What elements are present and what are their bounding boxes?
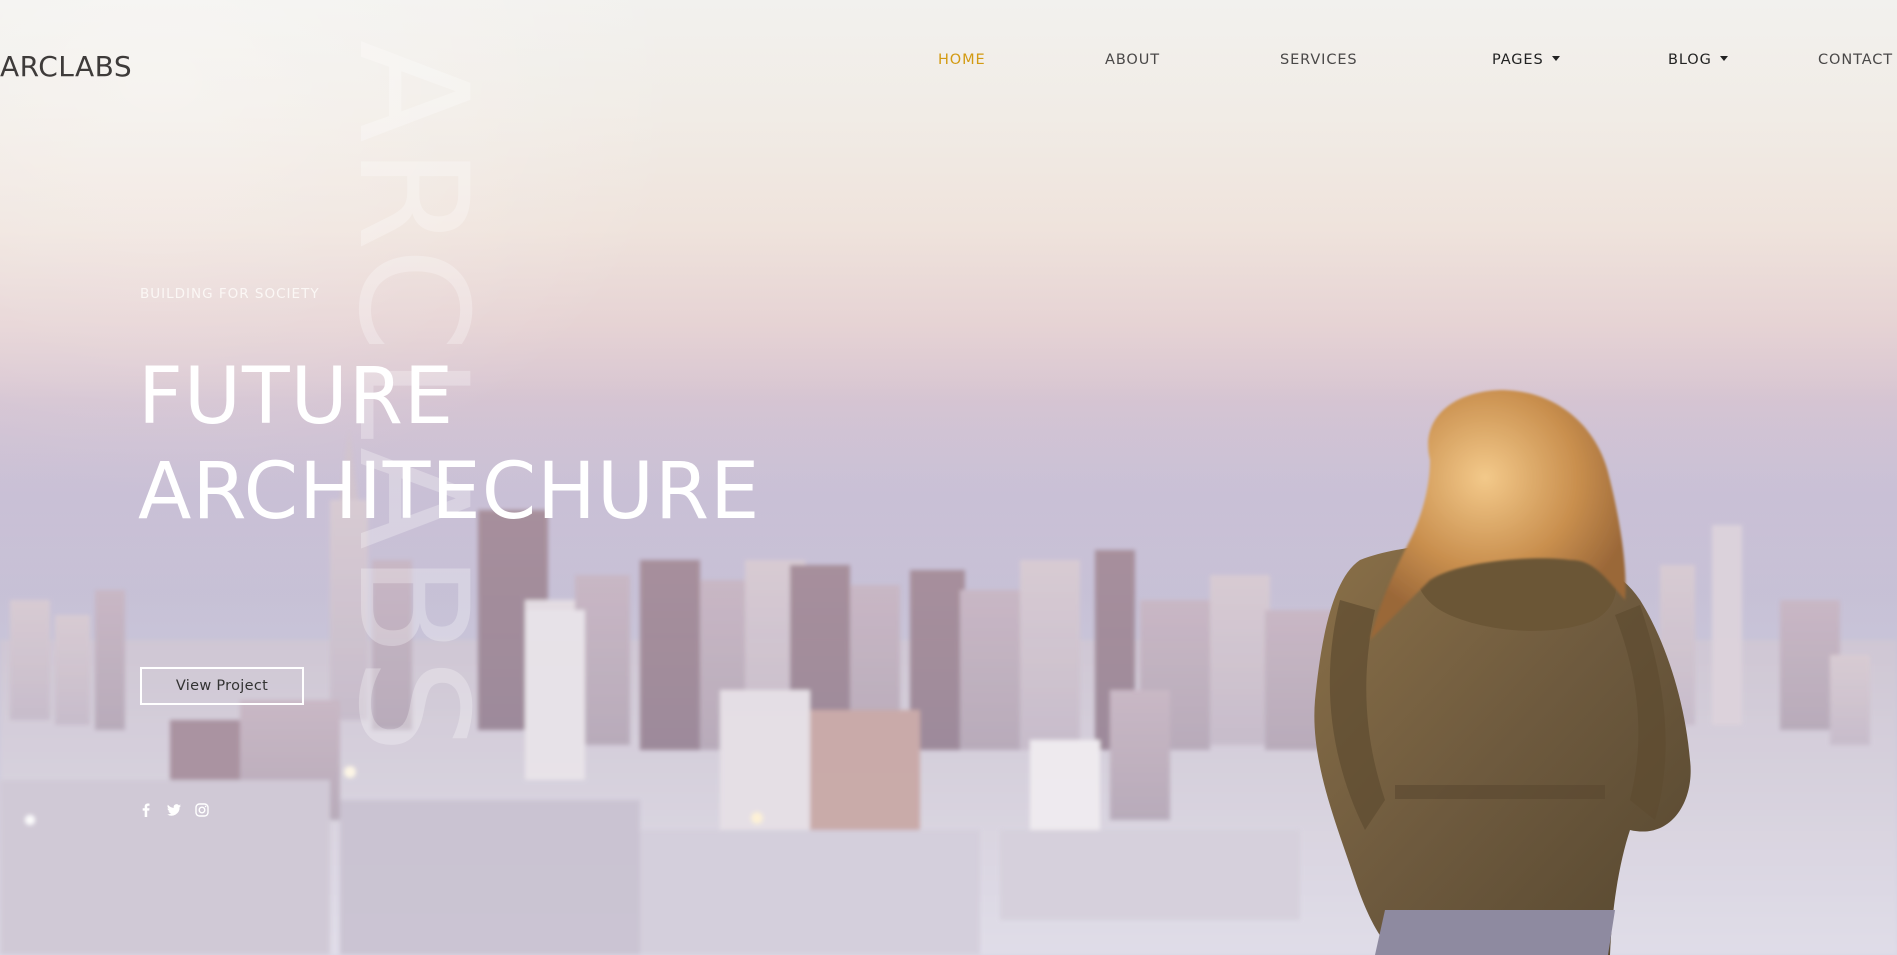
hero-title: FUTURE ARCHITECHURE (138, 350, 760, 540)
hero-eyebrow: BUILDING FOR SOCIETY (140, 286, 320, 302)
view-project-button[interactable]: View Project (140, 667, 304, 705)
social-links (138, 802, 210, 818)
hero-title-line-1: FUTURE (138, 352, 455, 442)
nav-item-pages[interactable]: PAGES (1492, 52, 1560, 68)
chevron-down-icon (1551, 56, 1560, 61)
nav-item-services[interactable]: SERVICES (1280, 52, 1358, 68)
nav-item-blog-label: BLOG (1668, 52, 1712, 68)
chevron-down-icon (1719, 56, 1728, 61)
facebook-icon[interactable] (138, 802, 154, 818)
nav-item-blog[interactable]: BLOG (1668, 52, 1728, 68)
nav-item-home[interactable]: HOME (938, 52, 986, 68)
nav-item-pages-label: PAGES (1492, 52, 1544, 68)
twitter-icon[interactable] (166, 802, 182, 818)
instagram-icon[interactable] (194, 802, 210, 818)
hero-title-line-2: ARCHITECHURE (138, 447, 761, 537)
nav-item-contact[interactable]: CONTACT (1818, 52, 1893, 68)
nav-item-about[interactable]: ABOUT (1105, 52, 1160, 68)
main-navigation: HOME ABOUT SERVICES PAGES BLOG CONTACT (0, 52, 1897, 72)
